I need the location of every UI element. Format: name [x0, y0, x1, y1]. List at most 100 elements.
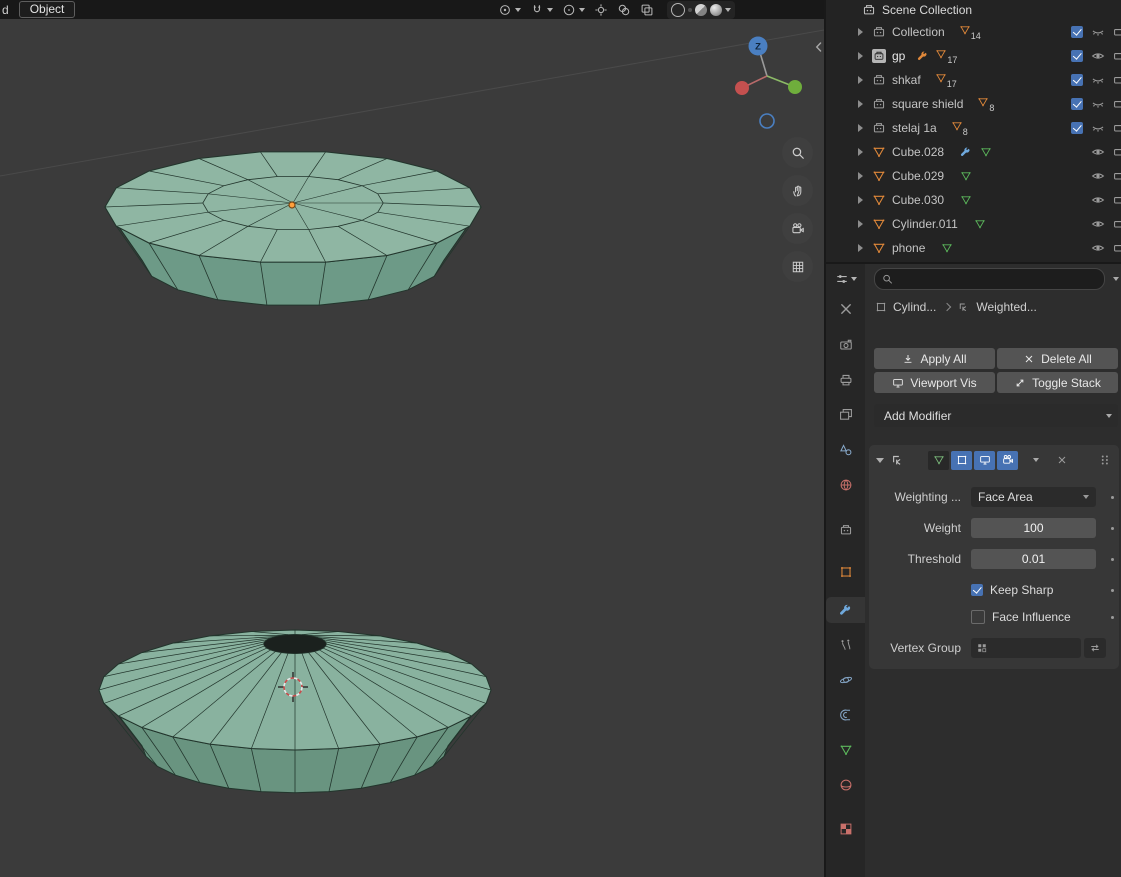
panel-expand-icon[interactable] — [876, 458, 884, 463]
editor-type-button[interactable] — [835, 272, 857, 286]
tab-tool[interactable] — [826, 297, 865, 321]
expand-arrow-icon[interactable] — [858, 124, 863, 132]
outliner-row-scene-collection[interactable]: Scene Collection — [826, 0, 1121, 20]
display-render-toggle[interactable] — [997, 451, 1018, 470]
tab-output[interactable] — [826, 368, 865, 392]
expand-arrow-icon[interactable] — [858, 148, 863, 156]
exclude-checkbox[interactable] — [1071, 74, 1083, 86]
outliner-row-cube-028[interactable]: Cube.028 — [826, 140, 1121, 164]
tab-object[interactable] — [826, 560, 865, 584]
keep-sharp-checkbox[interactable] — [971, 584, 983, 596]
outliner-row-cube-029[interactable]: Cube.029 — [826, 164, 1121, 188]
remove-modifier-icon[interactable] — [1056, 454, 1068, 466]
hide-eye-icon[interactable] — [1091, 217, 1105, 231]
outliner-row-square-shield[interactable]: square shield 8 — [826, 92, 1121, 116]
viewport-canvas[interactable] — [0, 0, 824, 877]
navigation-gizmo[interactable]: Z — [722, 30, 814, 132]
hide-eye-icon[interactable] — [1091, 145, 1105, 159]
pan-button[interactable] — [782, 175, 813, 206]
tab-object-data[interactable] — [826, 738, 865, 762]
toggle-stack-button[interactable]: Toggle Stack — [997, 372, 1118, 393]
proportional-editing-button[interactable] — [562, 3, 585, 17]
expand-arrow-icon[interactable] — [858, 28, 863, 36]
expand-arrow-icon[interactable] — [858, 100, 863, 108]
filter-dropdown-icon[interactable] — [1113, 277, 1119, 281]
breadcrumb-modifier[interactable]: Weighted... — [976, 300, 1036, 314]
object-origin-dot[interactable] — [289, 202, 295, 208]
threshold-field[interactable]: 0.01 — [971, 549, 1096, 569]
disable-render-icon[interactable] — [1113, 49, 1121, 63]
tab-particles[interactable] — [826, 633, 865, 657]
hide-eye-icon[interactable] — [1091, 49, 1105, 63]
viewport-3d[interactable]: d Object — [0, 0, 826, 877]
outliner-row-phone[interactable]: phone — [826, 236, 1121, 260]
exclude-checkbox[interactable] — [1071, 50, 1083, 62]
disable-render-icon[interactable] — [1113, 97, 1121, 111]
disable-render-icon[interactable] — [1113, 121, 1121, 135]
show-overlays-icon[interactable] — [617, 3, 631, 17]
gizmo-neg-z-ball[interactable] — [760, 114, 774, 128]
object-menu-button[interactable]: Object — [19, 1, 76, 18]
hide-eye-icon[interactable] — [1091, 73, 1105, 87]
apply-all-button[interactable]: Apply All — [874, 348, 995, 369]
toggle-xray-icon[interactable] — [640, 3, 654, 17]
disable-render-icon[interactable] — [1113, 241, 1121, 255]
hide-eye-icon[interactable] — [1091, 193, 1105, 207]
exclude-checkbox[interactable] — [1071, 98, 1083, 110]
shading-material-icon[interactable] — [695, 4, 707, 16]
add-modifier-button[interactable]: Add Modifier — [874, 404, 1118, 427]
outliner-row-cylinder-011[interactable]: Cylinder.011 — [826, 212, 1121, 236]
face-influence-checkbox[interactable] — [971, 610, 985, 624]
expand-arrow-icon[interactable] — [858, 220, 863, 228]
disable-render-icon[interactable] — [1113, 73, 1121, 87]
animate-dot-icon[interactable] — [1111, 558, 1114, 561]
hide-eye-icon[interactable] — [1091, 169, 1105, 183]
disable-render-icon[interactable] — [1113, 217, 1121, 231]
viewport-vis-button[interactable]: Viewport Vis — [874, 372, 995, 393]
animate-dot-icon[interactable] — [1111, 589, 1114, 592]
tab-constraints[interactable] — [826, 703, 865, 727]
disable-render-icon[interactable] — [1113, 145, 1121, 159]
hide-eye-icon[interactable] — [1091, 25, 1105, 39]
tab-collection[interactable] — [826, 518, 865, 542]
drag-handle-icon[interactable] — [1098, 453, 1112, 467]
expand-arrow-icon[interactable] — [858, 196, 863, 204]
mesh-disc-bottom[interactable] — [99, 630, 491, 793]
gizmo-y-ball[interactable] — [788, 80, 802, 94]
toggle-view-button[interactable] — [782, 251, 813, 282]
expand-arrow-icon[interactable] — [858, 172, 863, 180]
tab-texture[interactable] — [826, 817, 865, 841]
animate-dot-icon[interactable] — [1111, 616, 1114, 619]
hide-eye-icon[interactable] — [1091, 121, 1105, 135]
shading-wireframe-icon[interactable] — [671, 3, 685, 17]
breadcrumb-object[interactable]: Cylind... — [893, 300, 936, 314]
snapping-button[interactable] — [530, 3, 553, 17]
outliner-row-gp[interactable]: gp 17 — [826, 44, 1121, 68]
disable-render-icon[interactable] — [1113, 169, 1121, 183]
tab-modifiers[interactable] — [826, 597, 865, 623]
exclude-checkbox[interactable] — [1071, 122, 1083, 134]
hide-eye-icon[interactable] — [1091, 97, 1105, 111]
region-collapse-icon[interactable] — [812, 40, 826, 54]
weighting-mode-dropdown[interactable]: Face Area — [971, 487, 1096, 507]
animate-dot-icon[interactable] — [1111, 496, 1114, 499]
search-text-field[interactable] — [899, 271, 1097, 287]
outliner-row-stelaj-1a[interactable]: stelaj 1a 8 — [826, 116, 1121, 140]
display-on-cage-toggle[interactable] — [951, 451, 972, 470]
vertex-group-field[interactable] — [971, 638, 1081, 658]
weight-field[interactable]: 100 — [971, 518, 1096, 538]
show-gizmos-icon[interactable] — [594, 3, 608, 17]
disable-render-icon[interactable] — [1113, 25, 1121, 39]
tab-physics[interactable] — [826, 668, 865, 692]
tab-render[interactable] — [826, 333, 865, 357]
zoom-button[interactable] — [782, 137, 813, 168]
outliner-row-collection[interactable]: Collection 14 — [826, 20, 1121, 44]
shading-rendered-icon[interactable] — [710, 4, 722, 16]
outliner-row-shkaf[interactable]: shkaf 17 — [826, 68, 1121, 92]
expand-arrow-icon[interactable] — [858, 76, 863, 84]
gizmo-x-ball[interactable] — [735, 81, 749, 95]
display-in-editmode-toggle[interactable] — [928, 451, 949, 470]
transform-pivot-button[interactable] — [498, 3, 521, 17]
exclude-checkbox[interactable] — [1071, 26, 1083, 38]
tab-material[interactable] — [826, 773, 865, 797]
